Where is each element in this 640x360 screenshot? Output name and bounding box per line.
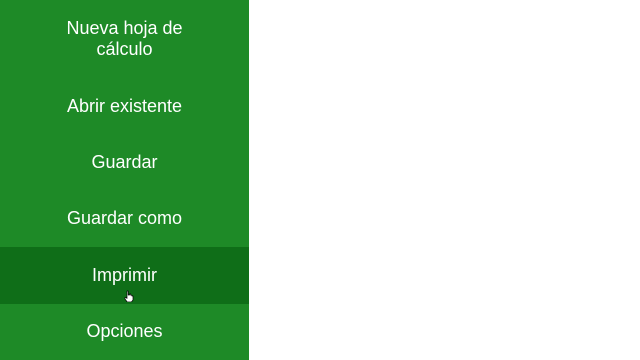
menu-item-save-as[interactable]: Guardar como <box>0 191 249 247</box>
menu-item-new-spreadsheet[interactable]: Nueva hoja de cálculo <box>0 0 249 78</box>
menu-item-print[interactable]: Imprimir <box>0 247 249 304</box>
blank-content-area <box>249 0 640 360</box>
menu-item-label: Imprimir <box>92 264 157 285</box>
menu-item-open-existing[interactable]: Abrir existente <box>0 78 249 134</box>
file-menu-sidebar: Nueva hoja de cálculo Abrir existente Gu… <box>0 0 249 360</box>
menu-item-label: Nueva hoja de cálculo <box>66 17 183 59</box>
menu-item-save[interactable]: Guardar <box>0 134 249 190</box>
menu-item-options[interactable]: Opciones <box>0 304 249 360</box>
menu-item-label: Opciones <box>86 321 163 342</box>
menu-item-label: Guardar como <box>66 208 183 229</box>
menu-item-label: Guardar <box>91 152 158 173</box>
menu-item-label: Abrir existente <box>66 95 183 116</box>
app-window: Nueva hoja de cálculo Abrir existente Gu… <box>0 0 640 360</box>
